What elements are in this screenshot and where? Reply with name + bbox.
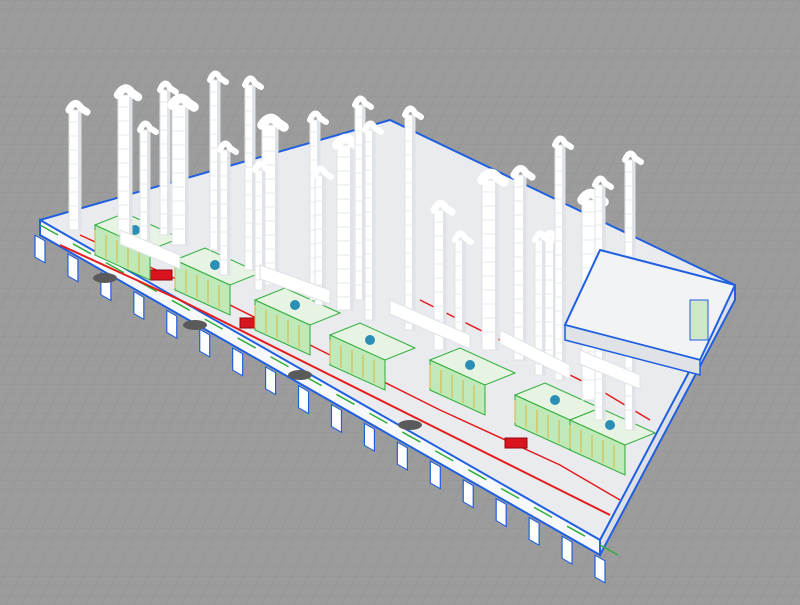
stack-shade (275, 125, 278, 285)
tank (288, 370, 312, 380)
stack-shade (372, 130, 375, 320)
tank (93, 273, 117, 283)
fan (290, 300, 300, 310)
stack-shade (185, 105, 188, 245)
fan (550, 395, 560, 405)
fan (365, 335, 375, 345)
stack-shade (129, 95, 132, 235)
fan (605, 420, 615, 430)
stack-shade (167, 90, 170, 235)
stack-shade (147, 130, 150, 250)
car-body (504, 437, 528, 449)
car-body (149, 269, 173, 281)
stack-shade (78, 110, 81, 230)
tank (183, 320, 207, 330)
fan (210, 260, 220, 270)
tank (398, 420, 422, 430)
stack-shade (562, 145, 565, 380)
fan (465, 360, 475, 370)
stack-shade (462, 240, 465, 345)
factory-render (0, 0, 800, 605)
stack-shade (523, 175, 526, 360)
stack-shade (227, 150, 230, 275)
stack-shade (412, 115, 415, 330)
viewport (0, 0, 800, 605)
